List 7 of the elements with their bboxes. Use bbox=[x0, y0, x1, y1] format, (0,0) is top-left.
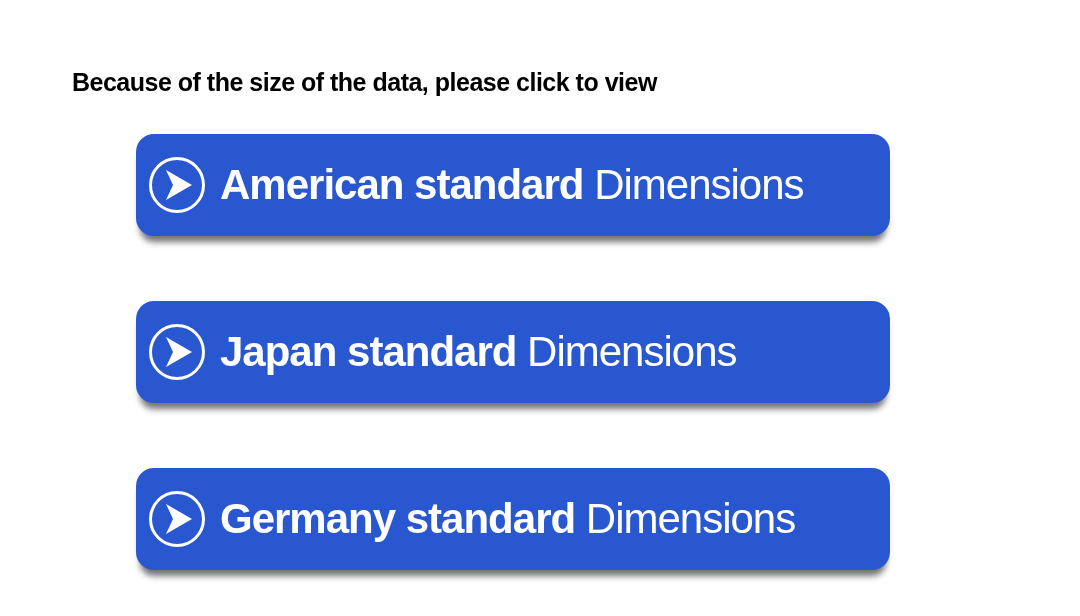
arrow-circle-icon bbox=[148, 489, 206, 548]
dimensions-button[interactable]: American standard Dimensions bbox=[136, 133, 890, 236]
dimensions-button[interactable]: Germany standard Dimensions bbox=[136, 467, 890, 570]
page-heading: Because of the size of the data, please click to view bbox=[72, 67, 657, 98]
dimensions-button[interactable]: Japan standard Dimensions bbox=[136, 300, 890, 403]
arrow-circle-icon bbox=[148, 322, 206, 381]
arrow-circle-icon bbox=[148, 155, 206, 214]
